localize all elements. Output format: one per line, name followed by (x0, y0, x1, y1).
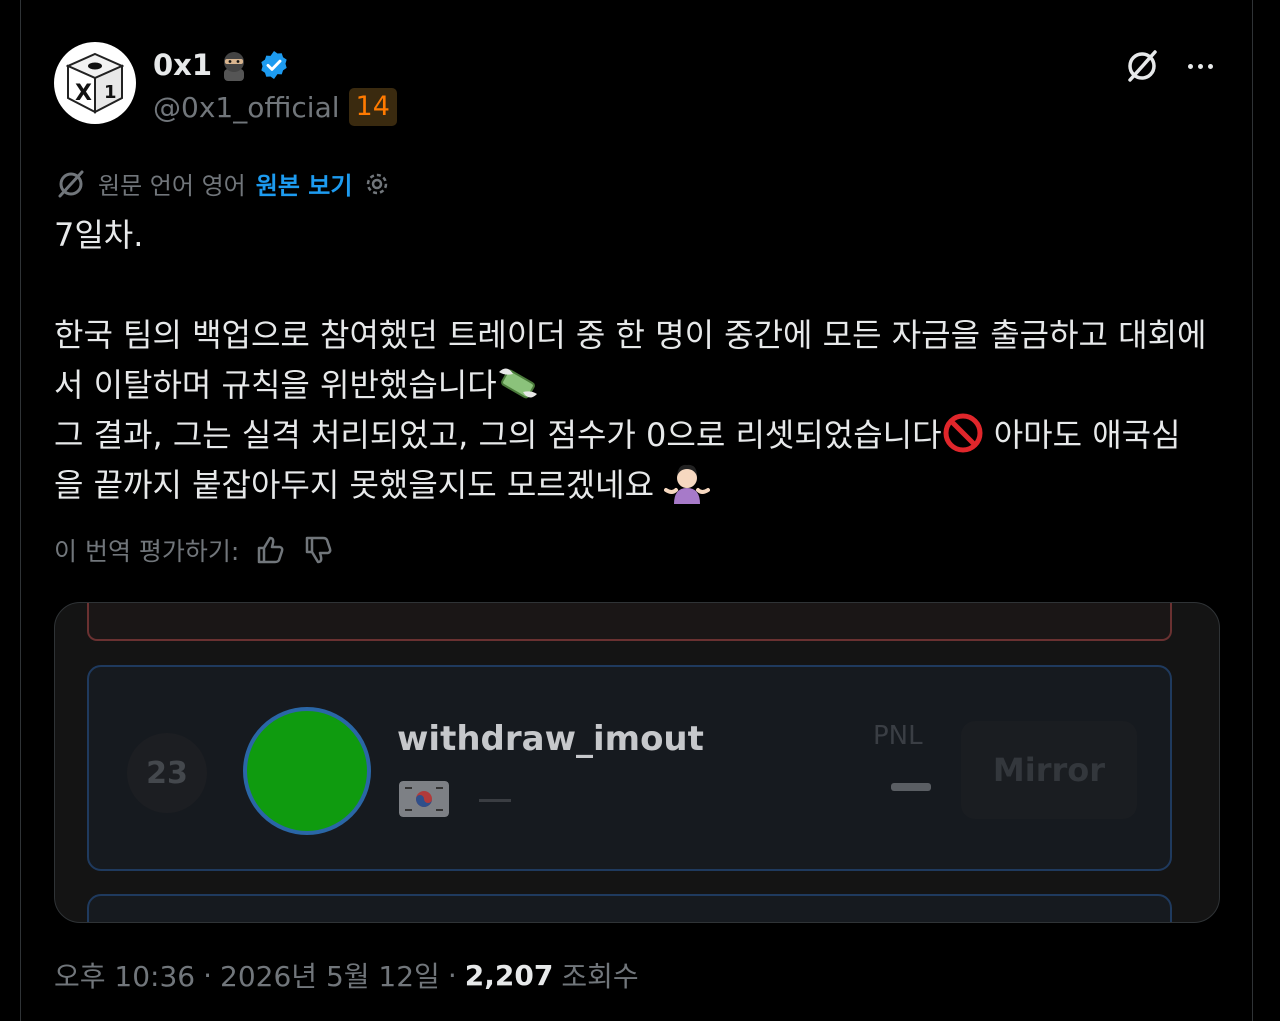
svg-text:X: X (75, 81, 92, 106)
post-line: 7일차. (54, 216, 144, 254)
country-placeholder (479, 799, 511, 802)
view-original-link[interactable]: 원본 보기 (256, 166, 353, 201)
handle[interactable]: @0x1_official (153, 91, 340, 124)
post: X 1 0x1 @0x1_official 14 원문 언어 영어 원본 보기 … (54, 42, 1220, 993)
translation-row: 원문 언어 영어 원본 보기 (54, 166, 392, 201)
leaderboard-card: 23 withdraw_imout PNL Mirror (87, 665, 1172, 871)
post-date[interactable]: 2026년 5월 12일 (220, 955, 440, 995)
money-wings-icon (498, 368, 537, 399)
top-actions (1122, 46, 1220, 86)
grok-translate-icon (58, 170, 84, 197)
prohibited-icon (943, 413, 983, 453)
verified-icon (261, 51, 287, 79)
post-meta: 오후 10:36 · 2026년 5월 12일 · 2,207 조회수 (54, 955, 639, 995)
grok-icon[interactable] (1122, 46, 1162, 86)
right-border (1252, 0, 1253, 1021)
leaderboard-card-previous (87, 603, 1172, 641)
post-header: X 1 0x1 @0x1_official 14 (54, 42, 1220, 126)
post-line: 그 결과, 그는 실격 처리되었고, 그의 점수가 0으로 리셋되었습니다 아마… (54, 410, 1220, 460)
badge: 14 (348, 88, 397, 126)
svg-text:1: 1 (104, 82, 117, 103)
translation-label: 원문 언어 영어 (98, 172, 246, 200)
post-text: 7일차. 한국 팀의 백업으로 참여했던 트레이더 중 한 명이 중간에 모든 … (54, 210, 1220, 510)
handle-row: @0x1_official 14 (153, 88, 397, 126)
post-line: 서 이탈하며 규칙을 위반했습니다 (54, 360, 1220, 410)
name-row: 0x1 (153, 46, 397, 84)
korea-flag-icon (399, 781, 449, 817)
dice-icon: X 1 (66, 52, 124, 114)
thumbs-down-icon[interactable] (301, 533, 335, 567)
leaderboard-card-next (87, 894, 1172, 922)
shrug-icon (664, 464, 711, 504)
thumbs-up-icon[interactable] (253, 533, 287, 567)
post-line: 을 끝까지 붙잡아두지 못했을지도 모르겠네요 (54, 460, 1220, 510)
post-time[interactable]: 오후 10:36 (54, 955, 195, 995)
pnl-value (891, 783, 931, 791)
post-line: 한국 팀의 백업으로 참여했던 트레이더 중 한 명이 중간에 모든 자금을 출… (54, 316, 1207, 354)
trader-name: withdraw_imout (397, 719, 704, 759)
rate-label: 이 번역 평가하기: (54, 537, 240, 566)
views-label: 조회수 (561, 960, 639, 993)
mirror-button: Mirror (961, 721, 1137, 819)
left-border (20, 0, 21, 1021)
pnl-label: PNL (873, 721, 923, 751)
views-count: 2,207 (464, 958, 554, 992)
more-icon[interactable] (1180, 46, 1220, 86)
trader-avatar (243, 707, 371, 835)
rank-badge: 23 (127, 733, 207, 813)
avatar[interactable]: X 1 (54, 42, 136, 124)
media-image[interactable]: 23 withdraw_imout PNL Mirror (54, 602, 1220, 923)
display-name[interactable]: 0x1 (153, 48, 212, 82)
ninja-icon (224, 52, 245, 81)
gear-icon[interactable] (362, 169, 392, 199)
rate-translation: 이 번역 평가하기: (54, 532, 335, 568)
author-names: 0x1 @0x1_official 14 (153, 46, 397, 126)
